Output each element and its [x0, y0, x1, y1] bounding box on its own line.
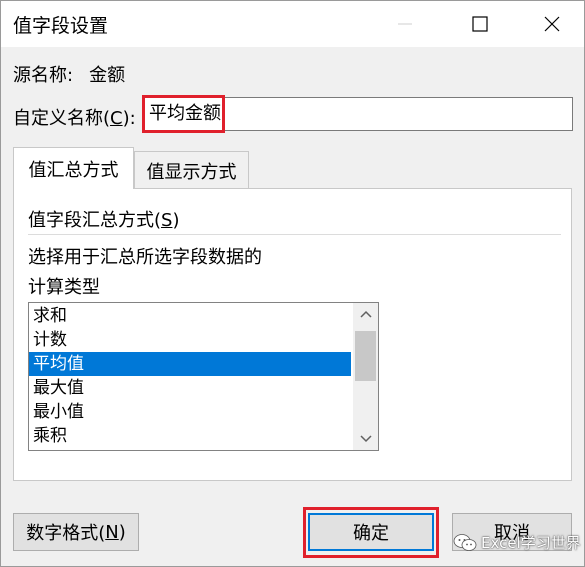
- dialog-title: 值字段设置: [13, 15, 109, 37]
- list-item-min[interactable]: 最小值: [29, 400, 351, 424]
- ok-button[interactable]: 确定: [308, 513, 434, 551]
- scroll-up-button[interactable]: [353, 303, 378, 325]
- list-scrollbar[interactable]: [353, 303, 378, 450]
- minimize-button[interactable]: [382, 1, 428, 47]
- list-item-product[interactable]: 乘积: [29, 424, 351, 448]
- maximize-button[interactable]: [457, 1, 503, 47]
- cancel-button[interactable]: 取消: [452, 513, 572, 551]
- close-button[interactable]: [529, 1, 575, 47]
- value-field-settings-dialog: 值字段设置 源名称: 金额 自定义名称(C): 平均金额 值汇总方式 值显示方式 …: [0, 0, 585, 567]
- close-icon: [544, 16, 560, 32]
- source-name-row: 源名称: 金额: [13, 61, 125, 87]
- scroll-down-button[interactable]: [353, 428, 378, 450]
- list-item-count[interactable]: 计数: [29, 328, 351, 352]
- chevron-down-icon: [359, 435, 372, 443]
- description-line-2: 计算类型: [28, 277, 100, 298]
- maximize-icon: [472, 16, 488, 32]
- list-item-average[interactable]: 平均值: [29, 352, 351, 376]
- summarize-heading: 值字段汇总方式(S): [28, 210, 180, 231]
- tab-show-values-as[interactable]: 值显示方式: [134, 151, 249, 189]
- custom-name-label: 自定义名称(C):: [13, 108, 136, 129]
- summarize-description: 选择用于汇总所选字段数据的 计算类型: [28, 243, 262, 303]
- title-bar: 值字段设置: [1, 1, 584, 47]
- number-format-button[interactable]: 数字格式(N): [13, 513, 139, 551]
- source-name-label: 源名称:: [13, 65, 74, 86]
- calculation-type-list[interactable]: 求和 计数 平均值 最大值 最小值 乘积: [28, 302, 379, 451]
- chevron-up-icon: [359, 310, 372, 318]
- custom-name-input[interactable]: 平均金额: [142, 97, 573, 131]
- source-name-value: 金额: [89, 65, 126, 86]
- minimize-icon: [398, 23, 412, 25]
- scrollbar-thumb[interactable]: [355, 331, 376, 381]
- tab-summarize-by[interactable]: 值汇总方式: [13, 147, 134, 189]
- list-item-max[interactable]: 最大值: [29, 376, 351, 400]
- description-line-1: 选择用于汇总所选字段数据的: [28, 247, 262, 268]
- list-item-sum[interactable]: 求和: [29, 304, 351, 328]
- tab-panel-summarize: 值字段汇总方式(S) 选择用于汇总所选字段数据的 计算类型 求和 计数 平均值 …: [13, 188, 572, 481]
- section-divider: [28, 234, 561, 235]
